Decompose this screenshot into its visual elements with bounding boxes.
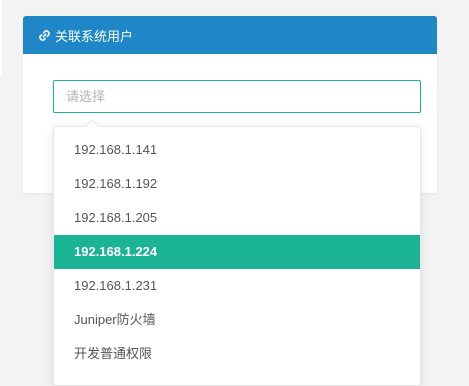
select-dropdown: 192.168.1.141 192.168.1.192 192.168.1.20… bbox=[53, 118, 421, 386]
system-user-select-input[interactable] bbox=[53, 80, 421, 113]
option-item[interactable]: 192.168.1.192 bbox=[54, 167, 420, 201]
option-item[interactable]: 开发普通权限 bbox=[54, 337, 420, 371]
link-icon bbox=[38, 29, 51, 42]
option-item[interactable]: 192.168.1.141 bbox=[54, 133, 420, 167]
option-item[interactable]: 192.168.1.205 bbox=[54, 201, 420, 235]
panel-header: 关联系统用户 bbox=[23, 16, 437, 54]
option-item[interactable]: 192.168.1.231 bbox=[54, 269, 420, 303]
option-list: 192.168.1.141 192.168.1.192 192.168.1.20… bbox=[54, 133, 420, 371]
option-item[interactable]: Juniper防火墙 bbox=[54, 303, 420, 337]
option-item-selected[interactable]: 192.168.1.224 bbox=[54, 235, 420, 269]
panel-title: 关联系统用户 bbox=[55, 28, 134, 44]
left-edge-strip bbox=[0, 0, 2, 75]
